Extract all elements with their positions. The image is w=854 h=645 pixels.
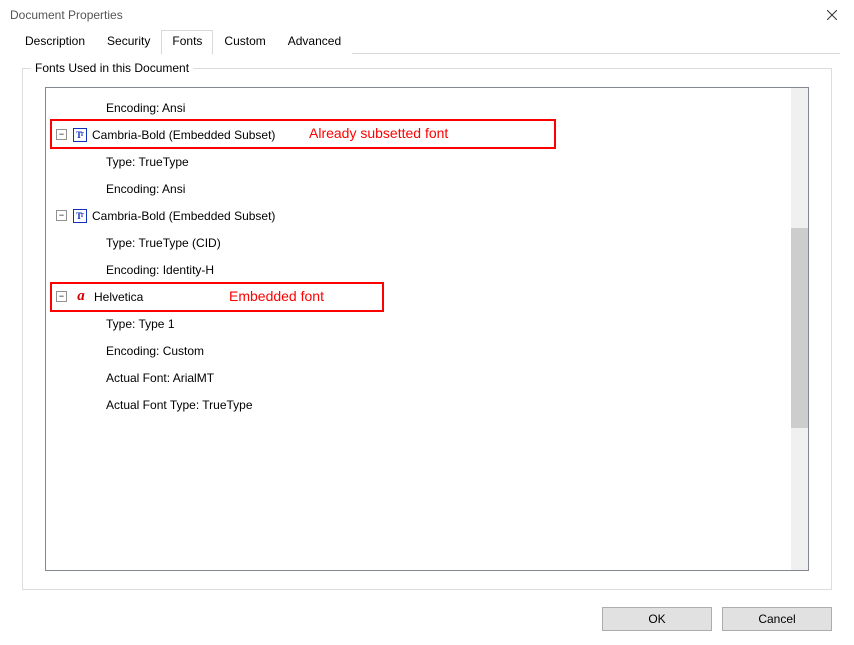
tab-fonts[interactable]: Fonts bbox=[161, 30, 213, 55]
detail-text: Encoding: Ansi bbox=[106, 101, 185, 115]
scrollbar-thumb[interactable] bbox=[791, 228, 808, 428]
truetype-font-icon: TT bbox=[73, 128, 87, 142]
detail-text: Actual Font Type: TrueType bbox=[106, 398, 253, 412]
dialog-button-bar: OK Cancel bbox=[602, 607, 832, 631]
font-detail-type: Type: Type 1 bbox=[46, 310, 791, 337]
detail-text: Encoding: Identity-H bbox=[106, 263, 214, 277]
tt-glyph-sub: T bbox=[80, 213, 84, 219]
cancel-button[interactable]: Cancel bbox=[722, 607, 832, 631]
vertical-scrollbar[interactable] bbox=[791, 88, 808, 570]
detail-text: Type: TrueType bbox=[106, 155, 189, 169]
window-title: Document Properties bbox=[10, 8, 123, 22]
font-detail-actual-font: Actual Font: ArialMT bbox=[46, 364, 791, 391]
font-name-label: Helvetica bbox=[94, 290, 143, 304]
fonts-tree-container: Encoding: Ansi − TT Cambria-Bold (Embedd… bbox=[45, 87, 809, 571]
font-name-label: Cambria-Bold (Embedded Subset) bbox=[92, 128, 275, 142]
tab-security[interactable]: Security bbox=[96, 30, 161, 54]
detail-text: Type: Type 1 bbox=[106, 317, 175, 331]
tab-description[interactable]: Description bbox=[14, 30, 96, 54]
ok-button[interactable]: OK bbox=[602, 607, 712, 631]
detail-text: Actual Font: ArialMT bbox=[106, 371, 214, 385]
tab-custom[interactable]: Custom bbox=[213, 30, 276, 54]
tab-advanced[interactable]: Advanced bbox=[277, 30, 352, 54]
tree-expander-icon[interactable]: − bbox=[56, 291, 67, 302]
window-titlebar: Document Properties bbox=[0, 0, 854, 30]
detail-text: Encoding: Custom bbox=[106, 344, 204, 358]
font-detail-encoding: Encoding: Ansi bbox=[46, 94, 791, 121]
font-node-cambria-bold-2[interactable]: − TT Cambria-Bold (Embedded Subset) bbox=[46, 202, 791, 229]
fonts-tree[interactable]: Encoding: Ansi − TT Cambria-Bold (Embedd… bbox=[46, 88, 791, 570]
font-detail-encoding: Encoding: Identity-H bbox=[46, 256, 791, 283]
tab-strip: Description Security Fonts Custom Advanc… bbox=[0, 30, 854, 54]
close-icon bbox=[827, 10, 837, 20]
font-detail-encoding: Encoding: Ansi bbox=[46, 175, 791, 202]
truetype-font-icon: TT bbox=[73, 209, 87, 223]
tree-expander-icon[interactable]: − bbox=[56, 129, 67, 140]
font-node-helvetica[interactable]: − a Helvetica bbox=[46, 283, 791, 310]
type1-font-icon: a bbox=[73, 290, 89, 304]
detail-text: Encoding: Ansi bbox=[106, 182, 185, 196]
tree-expander-icon[interactable]: − bbox=[56, 210, 67, 221]
fonts-groupbox: Fonts Used in this Document Encoding: An… bbox=[22, 68, 832, 590]
window-close-button[interactable] bbox=[809, 0, 854, 30]
font-detail-type: Type: TrueType bbox=[46, 148, 791, 175]
font-detail-encoding: Encoding: Custom bbox=[46, 337, 791, 364]
tt-glyph-sub: T bbox=[80, 132, 84, 138]
groupbox-legend: Fonts Used in this Document bbox=[31, 61, 193, 75]
font-detail-type: Type: TrueType (CID) bbox=[46, 229, 791, 256]
font-node-cambria-bold-1[interactable]: − TT Cambria-Bold (Embedded Subset) bbox=[46, 121, 791, 148]
font-name-label: Cambria-Bold (Embedded Subset) bbox=[92, 209, 275, 223]
detail-text: Type: TrueType (CID) bbox=[106, 236, 221, 250]
font-detail-actual-font-type: Actual Font Type: TrueType bbox=[46, 391, 791, 418]
